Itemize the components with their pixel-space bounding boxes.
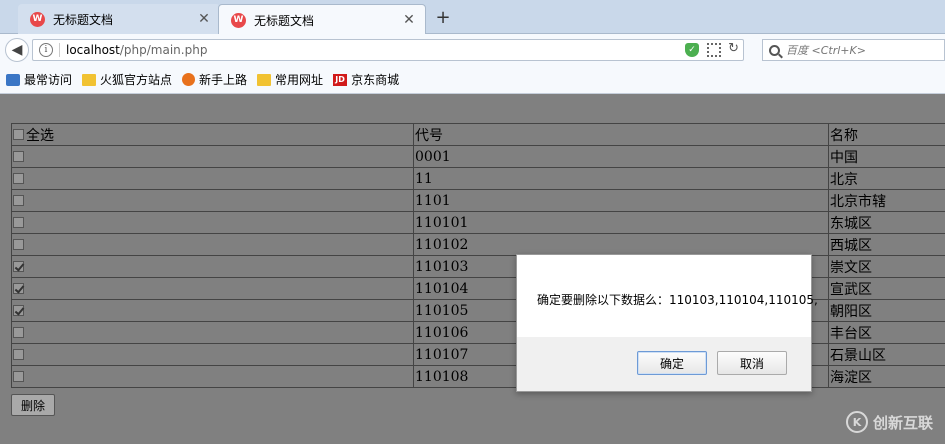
page-content: 全选 代号 名称 0001 中国 11 北京 1101 北京市辖 110101 东城区 1101… — [0, 95, 945, 444]
search-input[interactable]: 百度 <Ctrl+K> — [762, 39, 945, 61]
watermark-text: 创新互联 — [873, 413, 934, 432]
row-select-cell — [11, 167, 414, 190]
row-checkbox[interactable] — [13, 371, 24, 382]
url-separator — [59, 43, 60, 57]
new-tab-button[interactable]: + — [432, 7, 454, 29]
arrow-left-icon: ◀ — [11, 42, 23, 58]
row-name: 西城区 — [828, 233, 945, 256]
row-name: 石景山区 — [828, 343, 945, 366]
table-row: 11 北京 — [11, 167, 945, 190]
row-select-cell — [11, 145, 414, 168]
url-bar[interactable]: i localhost/php/main.php ✓ ↻ — [32, 39, 744, 61]
row-checkbox[interactable] — [13, 195, 24, 206]
tab-title: 无标题文档 — [53, 12, 114, 27]
select-all-checkbox[interactable] — [13, 129, 24, 140]
shield-icon[interactable]: ✓ — [685, 43, 699, 57]
row-checkbox[interactable] — [13, 261, 24, 272]
row-checkbox[interactable] — [13, 151, 24, 162]
table-row: 0001 中国 — [11, 145, 945, 168]
url-path: /php/main.php — [119, 43, 208, 57]
row-select-cell — [11, 343, 414, 366]
row-select-cell — [11, 277, 414, 300]
bookmark-item[interactable]: 最常访问 — [6, 71, 72, 88]
row-checkbox[interactable] — [13, 327, 24, 338]
logo-icon: K — [846, 411, 868, 433]
row-code: 1101 — [413, 189, 829, 212]
bookmark-label: 最常访问 — [24, 73, 73, 87]
bookmark-label: 火狐官方站点 — [100, 73, 173, 87]
row-select-cell — [11, 211, 414, 234]
table-header-row: 全选 代号 名称 — [11, 123, 945, 146]
navigation-bar: ◀ i localhost/php/main.php ✓ ↻ 百度 <Ctrl+… — [0, 34, 945, 66]
firefox-icon — [182, 73, 196, 86]
select-all-label: 全选 — [26, 127, 54, 144]
page-favicon-icon: W — [30, 11, 45, 27]
browser-tab-1[interactable]: W 无标题文档 ✕ — [18, 4, 220, 34]
row-select-cell — [11, 321, 414, 344]
header-name: 名称 — [828, 123, 945, 146]
page-favicon-icon: W — [231, 12, 246, 28]
row-name: 丰台区 — [828, 321, 945, 344]
row-checkbox[interactable] — [13, 349, 24, 360]
row-select-cell — [11, 255, 414, 278]
row-name: 朝阳区 — [828, 299, 945, 322]
tab-strip: W 无标题文档 ✕ W 无标题文档 ✕ + — [0, 0, 945, 35]
table-row: 110102 西城区 — [11, 233, 945, 256]
row-name: 东城区 — [828, 211, 945, 234]
folder-icon — [82, 73, 97, 86]
row-name: 北京 — [828, 167, 945, 190]
row-name: 北京市辖 — [828, 189, 945, 212]
row-select-cell — [11, 189, 414, 212]
close-tab-icon[interactable]: ✕ — [194, 11, 214, 27]
row-name: 崇文区 — [828, 255, 945, 278]
delete-button[interactable]: 删除 — [11, 394, 56, 416]
dialog-message: 确定要删除以下数据么：110103,110104,110105, — [537, 293, 818, 307]
bookmark-item[interactable]: 常用网址 — [257, 71, 323, 88]
row-name: 中国 — [828, 145, 945, 168]
qrcode-icon[interactable] — [707, 43, 721, 57]
cancel-button[interactable]: 取消 — [717, 351, 787, 375]
url-host: localhost — [66, 43, 120, 57]
dialog-footer: 确定 取消 — [517, 337, 811, 391]
row-checkbox[interactable] — [13, 305, 24, 316]
search-icon — [769, 44, 780, 56]
browser-tab-2[interactable]: W 无标题文档 ✕ — [218, 4, 426, 35]
row-checkbox[interactable] — [13, 217, 24, 228]
row-name: 海淀区 — [828, 365, 945, 388]
table-row: 110101 东城区 — [11, 211, 945, 234]
bookmark-item[interactable]: JD 京东商城 — [333, 71, 399, 88]
tab-title: 无标题文档 — [254, 13, 315, 28]
row-checkbox[interactable] — [13, 283, 24, 294]
star-icon — [6, 73, 20, 86]
confirm-dialog: 确定要删除以下数据么：110103,110104,110105, 确定 取消 — [516, 254, 818, 392]
bookmark-label: 京东商城 — [351, 73, 400, 87]
row-code: 110102 — [413, 233, 829, 256]
bookmark-label: 常用网址 — [275, 73, 324, 87]
close-tab-icon[interactable]: ✕ — [399, 12, 419, 28]
row-checkbox[interactable] — [13, 173, 24, 184]
bookmark-item[interactable]: 新手上路 — [182, 71, 247, 88]
reload-icon[interactable]: ↻ — [728, 41, 739, 56]
bookmark-item[interactable]: 火狐官方站点 — [82, 71, 172, 88]
row-code: 110101 — [413, 211, 829, 234]
row-code: 11 — [413, 167, 829, 190]
folder-icon — [257, 73, 272, 86]
back-button[interactable]: ◀ — [5, 38, 29, 62]
watermark-logo: K 创新互联 — [846, 411, 933, 433]
ok-button[interactable]: 确定 — [637, 351, 707, 375]
table-row: 1101 北京市辖 — [11, 189, 945, 212]
row-code: 0001 — [413, 145, 829, 168]
bookmark-label: 新手上路 — [199, 73, 248, 87]
row-select-cell — [11, 233, 414, 256]
jd-icon: JD — [333, 73, 348, 86]
row-select-cell — [11, 299, 414, 322]
bookmarks-bar: 最常访问 火狐官方站点 新手上路 常用网址 JD 京东商城 — [0, 66, 945, 94]
row-name: 宣武区 — [828, 277, 945, 300]
row-checkbox[interactable] — [13, 239, 24, 250]
header-code: 代号 — [413, 123, 829, 146]
info-icon[interactable]: i — [39, 43, 53, 57]
search-placeholder: 百度 <Ctrl+K> — [786, 44, 866, 57]
header-select-all: 全选 — [11, 123, 414, 146]
row-select-cell — [11, 365, 414, 388]
